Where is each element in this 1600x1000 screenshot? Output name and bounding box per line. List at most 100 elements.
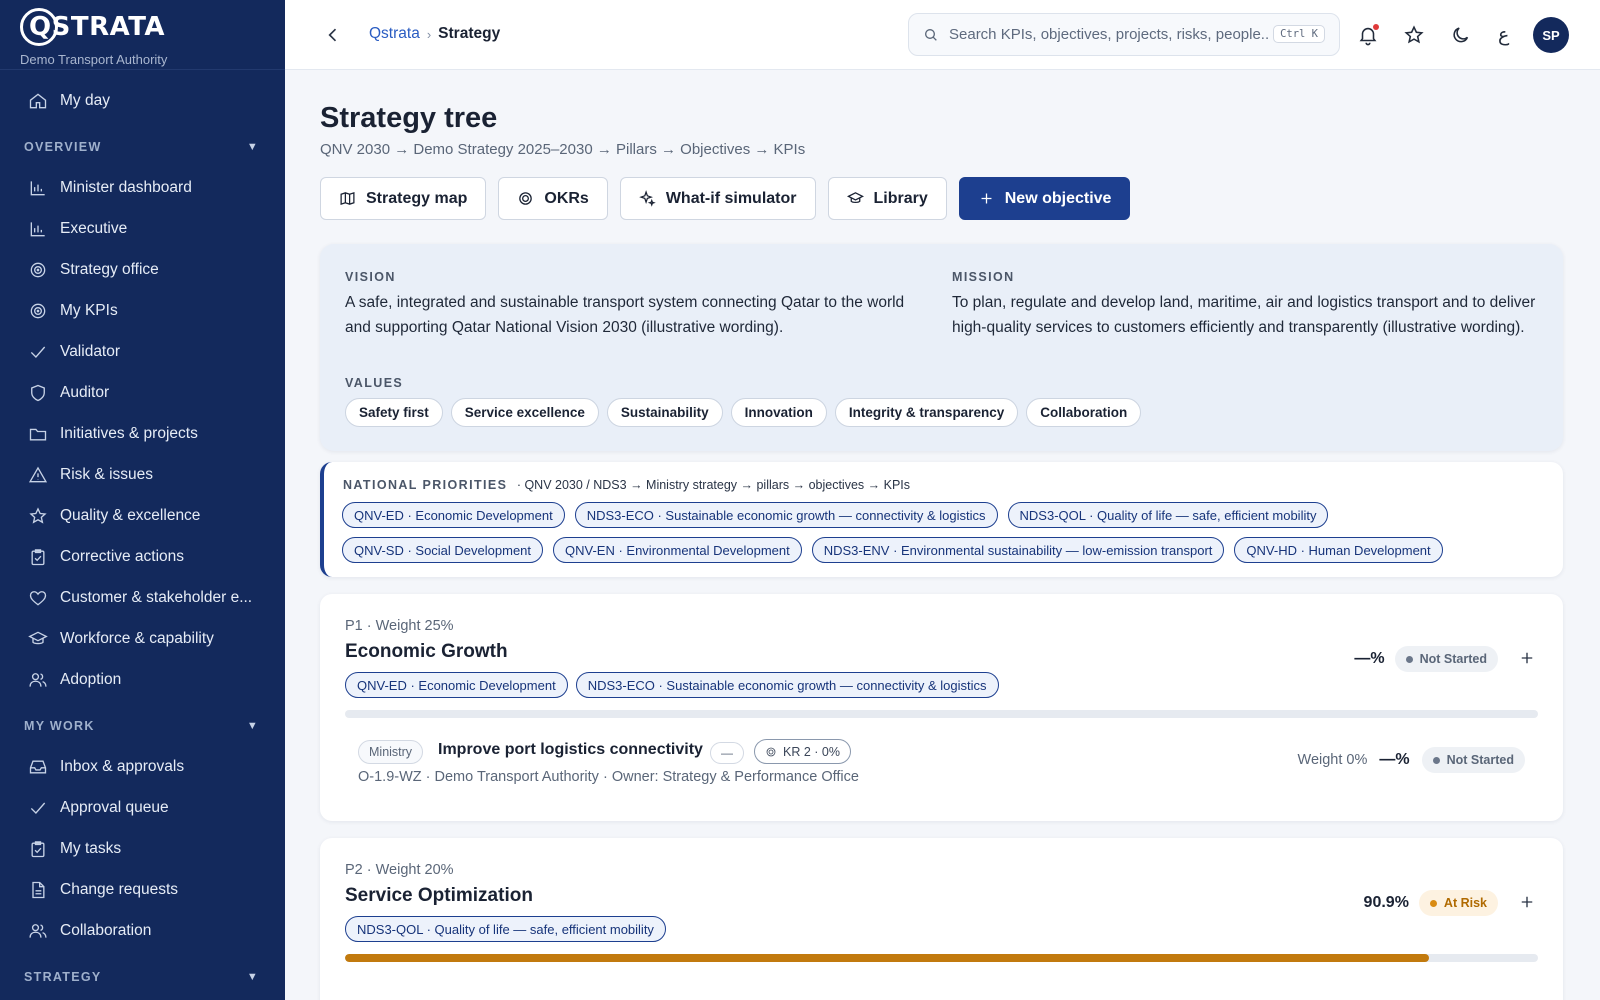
notifications-button[interactable] — [1357, 24, 1379, 46]
pillar-card[interactable]: P2 · Weight 20% Service Optimization NDS… — [320, 838, 1563, 1000]
sidebar-item-inbox-approvals[interactable]: Inbox & approvals — [0, 746, 285, 787]
graduation-cap-icon — [846, 192, 864, 204]
value-chip: Service excellence — [450, 398, 599, 427]
breadcrumb-root[interactable]: Qstrata — [369, 25, 420, 43]
pillar-card[interactable]: P1 · Weight 25% Economic Growth QNV-ED ·… — [320, 594, 1563, 821]
priority-tag[interactable]: NDS3-ECO · Sustainable economic growth —… — [575, 672, 999, 698]
what-if-simulator-button[interactable]: What-if simulator — [619, 177, 816, 220]
star-icon — [29, 506, 47, 524]
sidebar-item-executive[interactable]: Executive — [0, 208, 285, 249]
objective-weight: Weight 0% — [1297, 752, 1368, 768]
national-priorities-card: NATIONAL PRIORITIES · QNV 2030 / NDS3 → … — [320, 462, 1563, 577]
back-button[interactable] — [323, 25, 343, 45]
sidebar-item-corrective-actions[interactable]: Corrective actions — [0, 536, 285, 577]
target-icon — [519, 192, 533, 205]
search-input[interactable] — [949, 26, 1269, 43]
new-objective-button[interactable]: New objective — [958, 177, 1131, 220]
document-icon — [32, 881, 45, 898]
target-icon — [30, 303, 46, 318]
pillar-name: Service Optimization — [345, 885, 533, 906]
status-badge: At Risk — [1418, 890, 1498, 916]
priority-tag[interactable]: NDS3-ENV · Environmental sustainability … — [811, 537, 1225, 563]
map-icon — [340, 191, 355, 206]
theme-toggle[interactable] — [1450, 24, 1472, 46]
priority-tag[interactable]: QNV-ED · Economic Development — [345, 672, 568, 698]
add-objective-button[interactable] — [1518, 649, 1538, 669]
home-icon — [29, 92, 47, 108]
pillar-name: Economic Growth — [345, 641, 508, 662]
status-badge: Not Started — [1421, 747, 1525, 773]
mission-text: To plan, regulate and develop land, mari… — [952, 294, 1536, 336]
organization-name: Demo Transport Authority — [20, 52, 168, 67]
sidebar-item-my-tasks[interactable]: My tasks — [0, 828, 285, 869]
objective-level-badge: Ministry — [358, 740, 424, 764]
priority-tag[interactable]: QNV-HD · Human Development — [1234, 537, 1443, 563]
sidebar: QSTRATA Demo Transport Authority My day … — [0, 0, 285, 1000]
sidebar-item-strategy-office[interactable]: Strategy office — [0, 249, 285, 290]
priority-tag[interactable]: QNV-SD · Social Development — [342, 537, 544, 563]
key-results-badge[interactable]: KR 2 · 0% — [754, 739, 851, 764]
priority-tag[interactable]: NDS3-ECO · Sustainable economic growth —… — [574, 502, 998, 528]
section-overview[interactable]: OVERVIEW ▼ — [0, 127, 285, 167]
sidebar-item-my-day[interactable]: My day — [0, 80, 285, 121]
sidebar-item-customer-stakeholder-e[interactable]: Customer & stakeholder e... — [0, 577, 285, 618]
mission-block: MISSION To plan, regulate and develop la… — [952, 270, 1537, 340]
sidebar-item-workforce-capability[interactable]: Workforce & capability — [0, 618, 285, 659]
warning-icon — [28, 466, 48, 482]
objective-meta: O-1.9-WZ · Demo Transport Authority · Ow… — [358, 769, 859, 785]
sidebar-item-minister-dashboard[interactable]: Minister dashboard — [0, 167, 285, 208]
app-logo[interactable]: QSTRATA — [20, 6, 265, 48]
pillar-percent: 90.9% — [1363, 894, 1409, 911]
chevron-down-icon: ▼ — [246, 141, 259, 153]
pillar-percent: —% — [1354, 650, 1385, 667]
sidebar-item-initiatives-projects[interactable]: Initiatives & projects — [0, 413, 285, 454]
priority-tag[interactable]: NDS3-QOL · Quality of life — safe, effic… — [345, 916, 666, 942]
pillar-progress-bar — [345, 954, 1538, 962]
section-strategy[interactable]: STRATEGY ▼ — [0, 957, 285, 997]
brand: QSTRATA Demo Transport Authority — [0, 0, 285, 70]
avatar[interactable]: SP — [1533, 17, 1569, 53]
users-icon — [29, 923, 47, 938]
sidebar-item-risk-issues[interactable]: Risk & issues — [0, 454, 285, 495]
pillar-meta: P1 · Weight 25% — [345, 618, 454, 634]
sidebar-item-quality-excellence[interactable]: Quality & excellence — [0, 495, 285, 536]
sidebar-item-adoption[interactable]: Adoption — [0, 659, 285, 700]
topbar: Qstrata › Strategy Ctrl K ع SP — [285, 0, 1600, 70]
check-icon — [30, 346, 46, 358]
section-my-work[interactable]: MY WORK ▼ — [0, 706, 285, 746]
graduation-cap-icon — [28, 631, 48, 644]
plus-icon — [1521, 652, 1533, 664]
value-chip: Integrity & transparency — [834, 398, 1019, 427]
folder-icon — [29, 428, 47, 440]
priority-tag[interactable]: QNV-EN · Environmental Development — [553, 537, 802, 563]
add-objective-button[interactable] — [1518, 893, 1538, 913]
star-icon — [1404, 25, 1424, 44]
priority-tag[interactable]: QNV-ED · Economic Development — [342, 502, 565, 528]
strategy-map-button[interactable]: Strategy map — [320, 177, 487, 220]
sidebar-item-collaboration[interactable]: Collaboration — [0, 910, 285, 951]
value-chip: Collaboration — [1026, 398, 1142, 427]
search-box[interactable]: Ctrl K — [908, 13, 1340, 56]
okrs-button[interactable]: OKRs — [498, 177, 608, 220]
objective-row[interactable]: Ministry Improve port logistics connecti… — [358, 737, 1525, 797]
sidebar-item-change-requests[interactable]: Change requests — [0, 869, 285, 910]
objective-name[interactable]: Improve port logistics connectivity — [438, 741, 703, 759]
library-button[interactable]: Library — [827, 177, 947, 220]
chevron-left-icon — [328, 28, 337, 42]
sidebar-item-validator[interactable]: Validator — [0, 331, 285, 372]
action-bar: Strategy map OKRs What-if simulator Libr… — [320, 177, 1131, 220]
target-icon — [30, 262, 46, 277]
language-toggle[interactable]: ع — [1498, 24, 1509, 46]
sidebar-item-auditor[interactable]: Auditor — [0, 372, 285, 413]
priority-tag[interactable]: NDS3-QOL · Quality of life — safe, effic… — [1007, 502, 1329, 528]
search-icon — [925, 28, 937, 41]
breadcrumb: Qstrata › Strategy — [369, 25, 501, 43]
plus-icon — [1521, 896, 1533, 908]
sidebar-item-approval-queue[interactable]: Approval queue — [0, 787, 285, 828]
objective-kpi-badge: — — [710, 742, 744, 764]
status-badge: Not Started — [1394, 646, 1498, 672]
sidebar-item-my-kpis[interactable]: My KPIs — [0, 290, 285, 331]
sparkle-icon — [639, 190, 656, 207]
favorites-button[interactable] — [1403, 24, 1425, 46]
clipboard-check-icon — [31, 840, 45, 857]
